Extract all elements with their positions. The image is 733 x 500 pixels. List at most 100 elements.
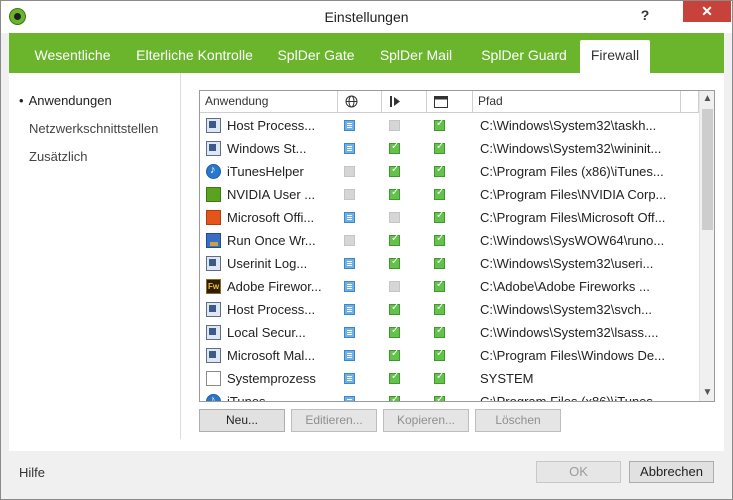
window-toggle[interactable]	[434, 233, 445, 246]
table-row[interactable]: NVIDIA User ... C:\Program Files\NVIDIA C…	[200, 183, 699, 206]
scroll-up-icon[interactable]: ▲	[700, 91, 714, 106]
help-link[interactable]: Hilfe	[19, 465, 45, 480]
nvidia-icon	[206, 187, 221, 202]
network-toggle[interactable]	[389, 371, 400, 384]
column-header-pfad[interactable]: Pfad	[473, 91, 681, 113]
scrollbar-thumb[interactable]	[702, 109, 713, 230]
application-path: SYSTEM	[480, 371, 534, 386]
window-toggle[interactable]	[434, 164, 445, 177]
network-toggle[interactable]	[389, 348, 400, 361]
application-path: C:\Program Files\Microsoft Off...	[480, 210, 666, 225]
edit-button[interactable]: Editieren...	[291, 409, 377, 432]
tab-spider-guard[interactable]: SplDer Guard	[471, 40, 577, 73]
network-toggle[interactable]	[389, 212, 400, 223]
sidebar-item-netzwerkschnittstellen[interactable]: Netzwerkschnittstellen	[29, 121, 158, 136]
internet-toggle[interactable]	[344, 120, 355, 131]
window-icon	[434, 96, 448, 108]
internet-toggle[interactable]	[344, 143, 355, 154]
internet-toggle[interactable]	[344, 304, 355, 315]
tab-spider-mail[interactable]: SplDer Mail	[371, 40, 461, 73]
tab-firewall[interactable]: Firewall	[580, 40, 650, 73]
column-header-anwendung[interactable]: Anwendung	[200, 91, 338, 113]
internet-toggle[interactable]	[344, 212, 355, 223]
network-toggle[interactable]	[389, 281, 400, 292]
tab-spider-gate[interactable]: SplDer Gate	[269, 40, 363, 73]
application-name: Host Process...	[227, 118, 316, 133]
network-toggle[interactable]	[389, 141, 400, 154]
network-toggle[interactable]	[389, 233, 400, 246]
copy-button[interactable]: Kopieren...	[383, 409, 469, 432]
window-toggle[interactable]	[434, 279, 445, 292]
firewall-panel: Anwendungen Netzwerkschnittstellen Zusät…	[9, 73, 724, 451]
internet-toggle[interactable]	[344, 396, 355, 401]
sidebar: Anwendungen Netzwerkschnittstellen Zusät…	[9, 73, 181, 439]
tab-elterliche-kontrolle[interactable]: Elterliche Kontrolle	[127, 40, 262, 73]
table-row[interactable]: Local Secur... C:\Windows\System32\lsass.…	[200, 321, 699, 344]
table-row[interactable]: Host Process... C:\Windows\System32\svch.…	[200, 298, 699, 321]
delete-button[interactable]: Löschen	[475, 409, 561, 432]
table-row[interactable]: Host Process... C:\Windows\System32\taskh…	[200, 114, 699, 137]
close-button[interactable]: ✕	[683, 1, 731, 22]
internet-toggle[interactable]	[344, 373, 355, 384]
tab-wesentliche[interactable]: Wesentliche	[19, 40, 126, 73]
network-toggle[interactable]	[389, 256, 400, 269]
application-name: Run Once Wr...	[227, 233, 316, 248]
internet-toggle[interactable]	[344, 258, 355, 269]
ok-button[interactable]: OK	[536, 461, 621, 483]
application-path: C:\Adobe\Adobe Fireworks ...	[480, 279, 650, 294]
windows-app-icon	[206, 118, 221, 133]
network-toggle[interactable]	[389, 302, 400, 315]
internet-toggle[interactable]	[344, 327, 355, 338]
window-toggle[interactable]	[434, 394, 445, 401]
window-toggle[interactable]	[434, 256, 445, 269]
network-toggle[interactable]	[389, 187, 400, 200]
window-toggle[interactable]	[434, 187, 445, 200]
internet-toggle[interactable]	[344, 350, 355, 361]
help-icon[interactable]: ?	[637, 7, 653, 23]
table-row[interactable]: Userinit Log... C:\Windows\System32\useri…	[200, 252, 699, 275]
new-button[interactable]: Neu...	[199, 409, 285, 432]
application-name: Host Process...	[227, 302, 316, 317]
internet-toggle[interactable]	[344, 235, 355, 246]
table-row[interactable]: Microsoft Offi... C:\Program Files\Micros…	[200, 206, 699, 229]
sidebar-item-anwendungen[interactable]: Anwendungen	[19, 93, 112, 108]
itunes-icon	[206, 164, 221, 179]
window-toggle[interactable]	[434, 118, 445, 131]
application-path: C:\Program Files\Windows De...	[480, 348, 665, 363]
window-title: Einstellungen	[324, 9, 409, 25]
table-row[interactable]: iTunes C:\Program Files (x86)\iTunes...	[200, 390, 699, 401]
application-name: Systemprozess	[227, 371, 316, 386]
table-row[interactable]: Systemprozess SYSTEM	[200, 367, 699, 390]
window-toggle[interactable]	[434, 210, 445, 223]
window-toggle[interactable]	[434, 325, 445, 338]
window-toggle[interactable]	[434, 348, 445, 361]
application-name: NVIDIA User ...	[227, 187, 316, 202]
network-toggle[interactable]	[389, 325, 400, 338]
scroll-down-icon[interactable]: ▼	[700, 385, 714, 400]
table-row[interactable]: Windows St... C:\Windows\System32\wininit…	[200, 137, 699, 160]
application-path: C:\Windows\System32\useri...	[480, 256, 654, 271]
network-toggle[interactable]	[389, 394, 400, 401]
window-toggle[interactable]	[434, 371, 445, 384]
network-toggle[interactable]	[389, 120, 400, 131]
cancel-button[interactable]: Abbrechen	[629, 461, 714, 483]
internet-toggle[interactable]	[344, 166, 355, 177]
network-toggle[interactable]	[389, 164, 400, 177]
column-header-network[interactable]	[382, 91, 427, 113]
table-row[interactable]: iTunesHelper C:\Program Files (x86)\iTune…	[200, 160, 699, 183]
column-header-internet[interactable]	[338, 91, 382, 113]
application-path: C:\Windows\System32\svch...	[480, 302, 652, 317]
vertical-scrollbar[interactable]: ▲ ▼	[699, 91, 714, 401]
table-row[interactable]: Run Once Wr... C:\Windows\SysWOW64\runo..…	[200, 229, 699, 252]
table-row[interactable]: Microsoft Mal... C:\Program Files\Windows…	[200, 344, 699, 367]
application-name: Microsoft Offi...	[227, 210, 315, 225]
table-row[interactable]: Fw Adobe Firewor... C:\Adobe\Adobe Firewor…	[200, 275, 699, 298]
sidebar-item-zusaetzlich[interactable]: Zusätzlich	[29, 149, 88, 164]
itunes-icon	[206, 394, 221, 401]
internet-toggle[interactable]	[344, 281, 355, 292]
internet-toggle[interactable]	[344, 189, 355, 200]
windows-app-icon	[206, 256, 221, 271]
window-toggle[interactable]	[434, 141, 445, 154]
window-toggle[interactable]	[434, 302, 445, 315]
column-header-window[interactable]	[427, 91, 473, 113]
